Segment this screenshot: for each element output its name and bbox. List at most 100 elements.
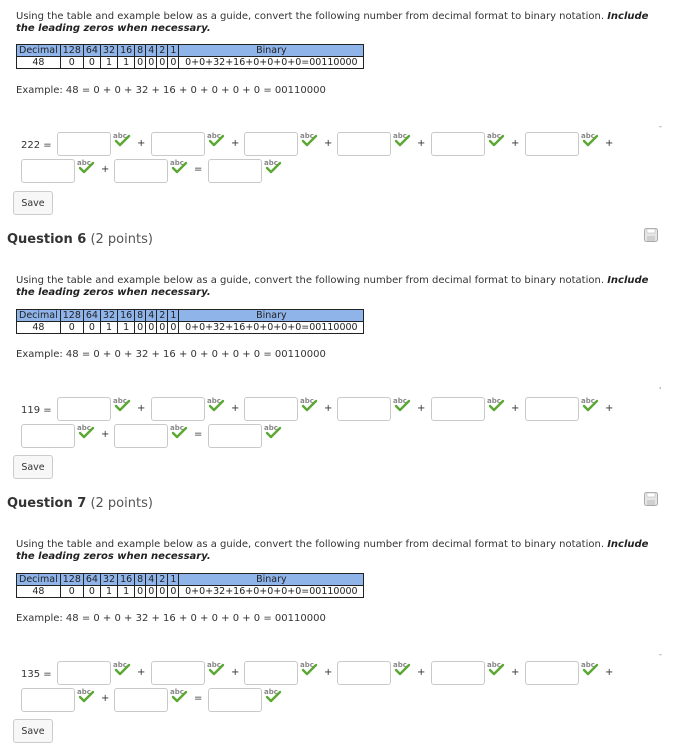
answer-field-8[interactable] (114, 424, 168, 448)
plus-sign: + (101, 429, 110, 440)
spellcheck-icon[interactable]: abc (169, 158, 189, 174)
table-header-cell: 4 (145, 573, 158, 586)
spellcheck-icon[interactable]: abc (580, 396, 600, 412)
answer-field-5[interactable] (431, 661, 485, 685)
tick-mark: - (659, 650, 662, 659)
table-cell: 0 (156, 585, 169, 598)
spellcheck-icon[interactable]: abc (486, 131, 506, 147)
instructions: Using the table and example below as a g… (16, 11, 656, 35)
table-header-cell: Decimal (16, 309, 61, 322)
answer-field-4[interactable] (337, 132, 391, 156)
spellcheck-icon[interactable]: abc (580, 131, 600, 147)
answer-field-4[interactable] (337, 397, 391, 421)
table-header-cell: 32 (99, 573, 119, 586)
spellcheck-icon[interactable]: abc (169, 687, 189, 703)
save-button[interactable]: Save (13, 719, 53, 743)
answer-field-9[interactable] (208, 159, 262, 183)
answer-field-1[interactable] (57, 397, 111, 421)
answer-field-1[interactable] (57, 661, 111, 685)
table-cell: 0 (145, 56, 158, 69)
spellcheck-icon[interactable]: abc (392, 131, 412, 147)
table-header-cell: 64 (82, 309, 101, 322)
spellcheck-icon[interactable]: abc (263, 423, 283, 439)
question-number: Question 7 (7, 496, 87, 511)
table-header-cell: 8 (134, 309, 147, 322)
answer-field-8[interactable] (114, 688, 168, 712)
plus-sign: + (511, 667, 520, 678)
table-cell: 0 (82, 56, 101, 69)
spellcheck-icon[interactable]: abc (580, 660, 600, 676)
table-cell: 0 (59, 56, 84, 69)
table-header-cell: Binary (178, 309, 365, 322)
answer-field-5[interactable] (431, 397, 485, 421)
table-header-cell: 128 (59, 44, 84, 57)
answer-field-7[interactable] (21, 688, 75, 712)
answer-field-8[interactable] (114, 159, 168, 183)
table-cell: 1 (99, 56, 119, 69)
plus-sign: + (137, 403, 146, 414)
answer-field-5[interactable] (431, 132, 485, 156)
spellcheck-icon[interactable]: abc (76, 423, 96, 439)
table-header-cell: Decimal (16, 44, 61, 57)
save-disk-icon[interactable] (644, 228, 658, 242)
answer-field-3[interactable] (244, 132, 298, 156)
table-header-cell: 16 (117, 44, 136, 57)
spellcheck-icon[interactable]: abc (76, 158, 96, 174)
table-cell: 0 (167, 321, 180, 334)
spellcheck-icon[interactable]: abc (486, 660, 506, 676)
table-header-cell: 128 (59, 309, 84, 322)
plus-sign: + (324, 403, 333, 414)
spellcheck-icon[interactable]: abc (112, 660, 132, 676)
number-label: 135 = (21, 669, 52, 680)
answer-field-3[interactable] (244, 661, 298, 685)
answer-field-2[interactable] (151, 132, 205, 156)
table-cell: 0+0+32+16+0+0+0+0=00110000 (178, 585, 365, 598)
table-header-cell: 8 (134, 573, 147, 586)
table-cell: 0 (134, 56, 147, 69)
plus-sign: + (605, 138, 614, 149)
answer-field-1[interactable] (57, 132, 111, 156)
spellcheck-icon[interactable]: abc (392, 660, 412, 676)
spellcheck-icon[interactable]: abc (392, 396, 412, 412)
instruction-text: Using the table and example below as a g… (16, 275, 608, 286)
answer-field-4[interactable] (337, 661, 391, 685)
answer-field-2[interactable] (151, 397, 205, 421)
table-header-cell: Binary (178, 573, 365, 586)
spellcheck-icon[interactable]: abc (299, 131, 319, 147)
save-disk-icon[interactable] (644, 492, 658, 506)
example-text: Example: 48 = 0 + 0 + 32 + 16 + 0 + 0 + … (16, 349, 326, 360)
spellcheck-icon[interactable]: abc (263, 687, 283, 703)
table-cell: 0+0+32+16+0+0+0+0=00110000 (178, 321, 365, 334)
table-header-cell: 1 (167, 573, 180, 586)
spellcheck-icon[interactable]: abc (169, 423, 189, 439)
equals-sign: = (194, 429, 203, 440)
spellcheck-icon[interactable]: abc (206, 131, 226, 147)
tick-mark: - (659, 122, 662, 131)
save-button[interactable]: Save (13, 191, 53, 215)
answer-field-6[interactable] (525, 661, 579, 685)
answer-field-7[interactable] (21, 159, 75, 183)
answer-field-9[interactable] (208, 688, 262, 712)
answer-field-9[interactable] (208, 424, 262, 448)
answer-field-2[interactable] (151, 661, 205, 685)
spellcheck-icon[interactable]: abc (112, 396, 132, 412)
spellcheck-icon[interactable]: abc (486, 396, 506, 412)
plus-sign: + (231, 403, 240, 414)
plus-sign: + (137, 667, 146, 678)
spellcheck-icon[interactable]: abc (206, 660, 226, 676)
answer-field-6[interactable] (525, 132, 579, 156)
answer-field-6[interactable] (525, 397, 579, 421)
spellcheck-icon[interactable]: abc (112, 131, 132, 147)
answer-field-3[interactable] (244, 397, 298, 421)
spellcheck-icon[interactable]: abc (299, 396, 319, 412)
table-cell: 0 (145, 321, 158, 334)
spellcheck-icon[interactable]: abc (206, 396, 226, 412)
spellcheck-icon[interactable]: abc (299, 660, 319, 676)
save-button[interactable]: Save (13, 455, 53, 479)
spellcheck-icon[interactable]: abc (76, 687, 96, 703)
number-label: 119 = (21, 405, 52, 416)
table-cell: 0 (134, 585, 147, 598)
equals-sign: = (194, 693, 203, 704)
spellcheck-icon[interactable]: abc (263, 158, 283, 174)
answer-field-7[interactable] (21, 424, 75, 448)
